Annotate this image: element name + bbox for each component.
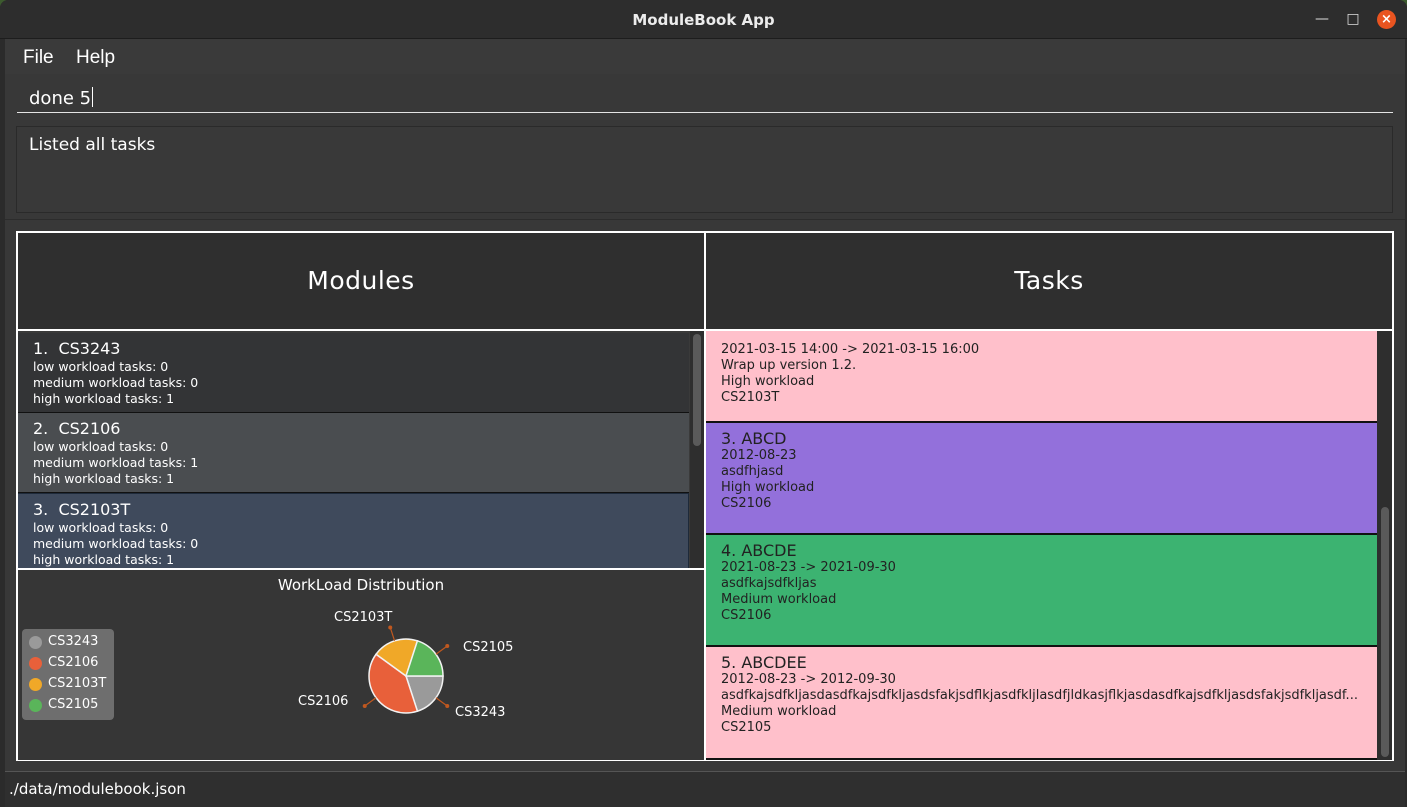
text-caret — [92, 87, 94, 107]
pie-label-cs2106: CS2106 — [298, 694, 349, 709]
module-low: low workload tasks: 0 — [33, 439, 169, 454]
task-module: CS2106 — [721, 496, 772, 511]
task-time: 2012-08-23 — [721, 448, 797, 463]
menu-bar: File Help — [5, 39, 1405, 74]
menu-help[interactable]: Help — [76, 47, 115, 69]
result-text: Listed all tasks — [29, 135, 156, 155]
pie-leader-dot — [445, 703, 450, 708]
task-module: CS2105 — [721, 720, 772, 735]
module-low: low workload tasks: 0 — [33, 520, 169, 535]
modules-title: Modules — [307, 266, 415, 295]
window-title: ModuleBook App — [632, 11, 775, 29]
task-scrollbar-thumb[interactable] — [1381, 507, 1389, 757]
task-module: CS2103T — [721, 390, 780, 405]
task-list[interactable]: 2021-03-15 14:00 -> 2021-03-15 16:00 Wra… — [706, 331, 1392, 760]
pie-label-cs3243: CS3243 — [455, 705, 506, 720]
module-high: high workload tasks: 1 — [33, 471, 175, 486]
task-title: 4. ABCDE — [721, 541, 797, 560]
minimize-icon[interactable]: — — [1313, 10, 1331, 28]
task-description: asdfhjasd — [721, 464, 784, 479]
app-window: ModuleBook App — □ × File Help done 5 Li… — [0, 0, 1407, 807]
command-input[interactable]: done 5 — [17, 79, 1393, 113]
pie-leader-dot — [362, 703, 367, 708]
module-scrollbar-thumb[interactable] — [693, 334, 701, 446]
task-time: 2021-03-15 14:00 -> 2021-03-15 16:00 — [721, 342, 980, 357]
module-card-selected[interactable]: 3. CS2103T low workload tasks: 0 medium … — [18, 493, 689, 568]
module-title: 3. CS2103T — [33, 500, 131, 519]
task-card[interactable]: 2021-03-15 14:00 -> 2021-03-15 16:00 Wra… — [706, 331, 1377, 423]
command-input-text: done 5 — [29, 87, 94, 109]
task-description: Wrap up version 1.2. — [721, 358, 857, 373]
workload-chart: WorkLoad Distribution CS3243 CS2106 CS21… — [18, 568, 704, 760]
pie-leader-line — [435, 697, 448, 707]
module-list[interactable]: 1. CS3243 low workload tasks: 0 medium w… — [18, 331, 704, 568]
module-medium: medium workload tasks: 1 — [33, 455, 199, 470]
task-card[interactable]: 4. ABCDE 2021-08-23 -> 2021-09-30 asdfka… — [706, 535, 1377, 647]
modules-panel: Modules 1. CS3243 low workload tasks: 0 … — [16, 231, 706, 761]
pie-leader-dot — [388, 625, 393, 630]
title-bar: ModuleBook App — □ × — [0, 0, 1407, 39]
status-path: ./data/modulebook.json — [9, 780, 186, 798]
task-time: 2012-08-23 -> 2012-09-30 — [721, 672, 896, 687]
task-title: 5. ABCDEE — [721, 653, 807, 672]
maximize-icon[interactable]: □ — [1344, 10, 1362, 28]
task-workload: Medium workload — [721, 704, 837, 719]
module-card[interactable]: 2. CS2106 low workload tasks: 0 medium w… — [18, 413, 689, 493]
task-workload: High workload — [721, 374, 815, 389]
module-high: high workload tasks: 1 — [33, 391, 175, 406]
task-scrollbar[interactable] — [1378, 331, 1392, 760]
module-medium: medium workload tasks: 0 — [33, 375, 199, 390]
menu-file[interactable]: File — [23, 47, 54, 69]
task-title — [721, 331, 1377, 342]
status-bar: ./data/modulebook.json — [5, 771, 1405, 807]
modules-header: Modules — [18, 233, 704, 331]
tasks-panel: Tasks 2021-03-15 14:00 -> 2021-03-15 16:… — [704, 231, 1394, 761]
tasks-header: Tasks — [706, 233, 1392, 331]
close-icon[interactable]: × — [1377, 10, 1396, 29]
pie-leader-line — [435, 645, 448, 655]
module-title: 2. CS2106 — [33, 419, 121, 438]
task-description: asdfkajsdfkljas — [721, 576, 817, 591]
task-card[interactable]: 3. ABCD 2012-08-23 asdfhjasd High worklo… — [706, 423, 1377, 535]
pie-chart — [362, 625, 450, 714]
task-workload: Medium workload — [721, 592, 837, 607]
pie-label-cs2105: CS2105 — [463, 640, 514, 655]
task-card[interactable]: 5. ABCDEE 2012-08-23 -> 2012-09-30 asdfk… — [706, 647, 1377, 760]
pie-label-cs2103t: CS2103T — [334, 610, 393, 625]
tasks-title: Tasks — [1014, 266, 1084, 295]
task-module: CS2106 — [721, 608, 772, 623]
module-medium: medium workload tasks: 0 — [33, 536, 199, 551]
task-title: 3. ABCD — [721, 429, 787, 448]
module-low: low workload tasks: 0 — [33, 359, 169, 374]
pie-leader-line — [364, 697, 377, 707]
pie-leader-line — [389, 627, 396, 641]
module-title: 1. CS3243 — [33, 339, 121, 358]
pie-leader-dot — [445, 644, 450, 649]
module-scrollbar[interactable] — [690, 331, 704, 568]
module-high: high workload tasks: 1 — [33, 552, 175, 567]
task-workload: High workload — [721, 480, 815, 495]
task-description: asdfkajsdfkljasdasdfkajsdfkljasdsfakjsdf… — [721, 688, 1358, 703]
divider — [5, 219, 1405, 220]
module-card[interactable]: 1. CS3243 low workload tasks: 0 medium w… — [18, 333, 689, 413]
result-display: Listed all tasks — [16, 126, 1393, 213]
task-time: 2021-08-23 -> 2021-09-30 — [721, 560, 896, 575]
